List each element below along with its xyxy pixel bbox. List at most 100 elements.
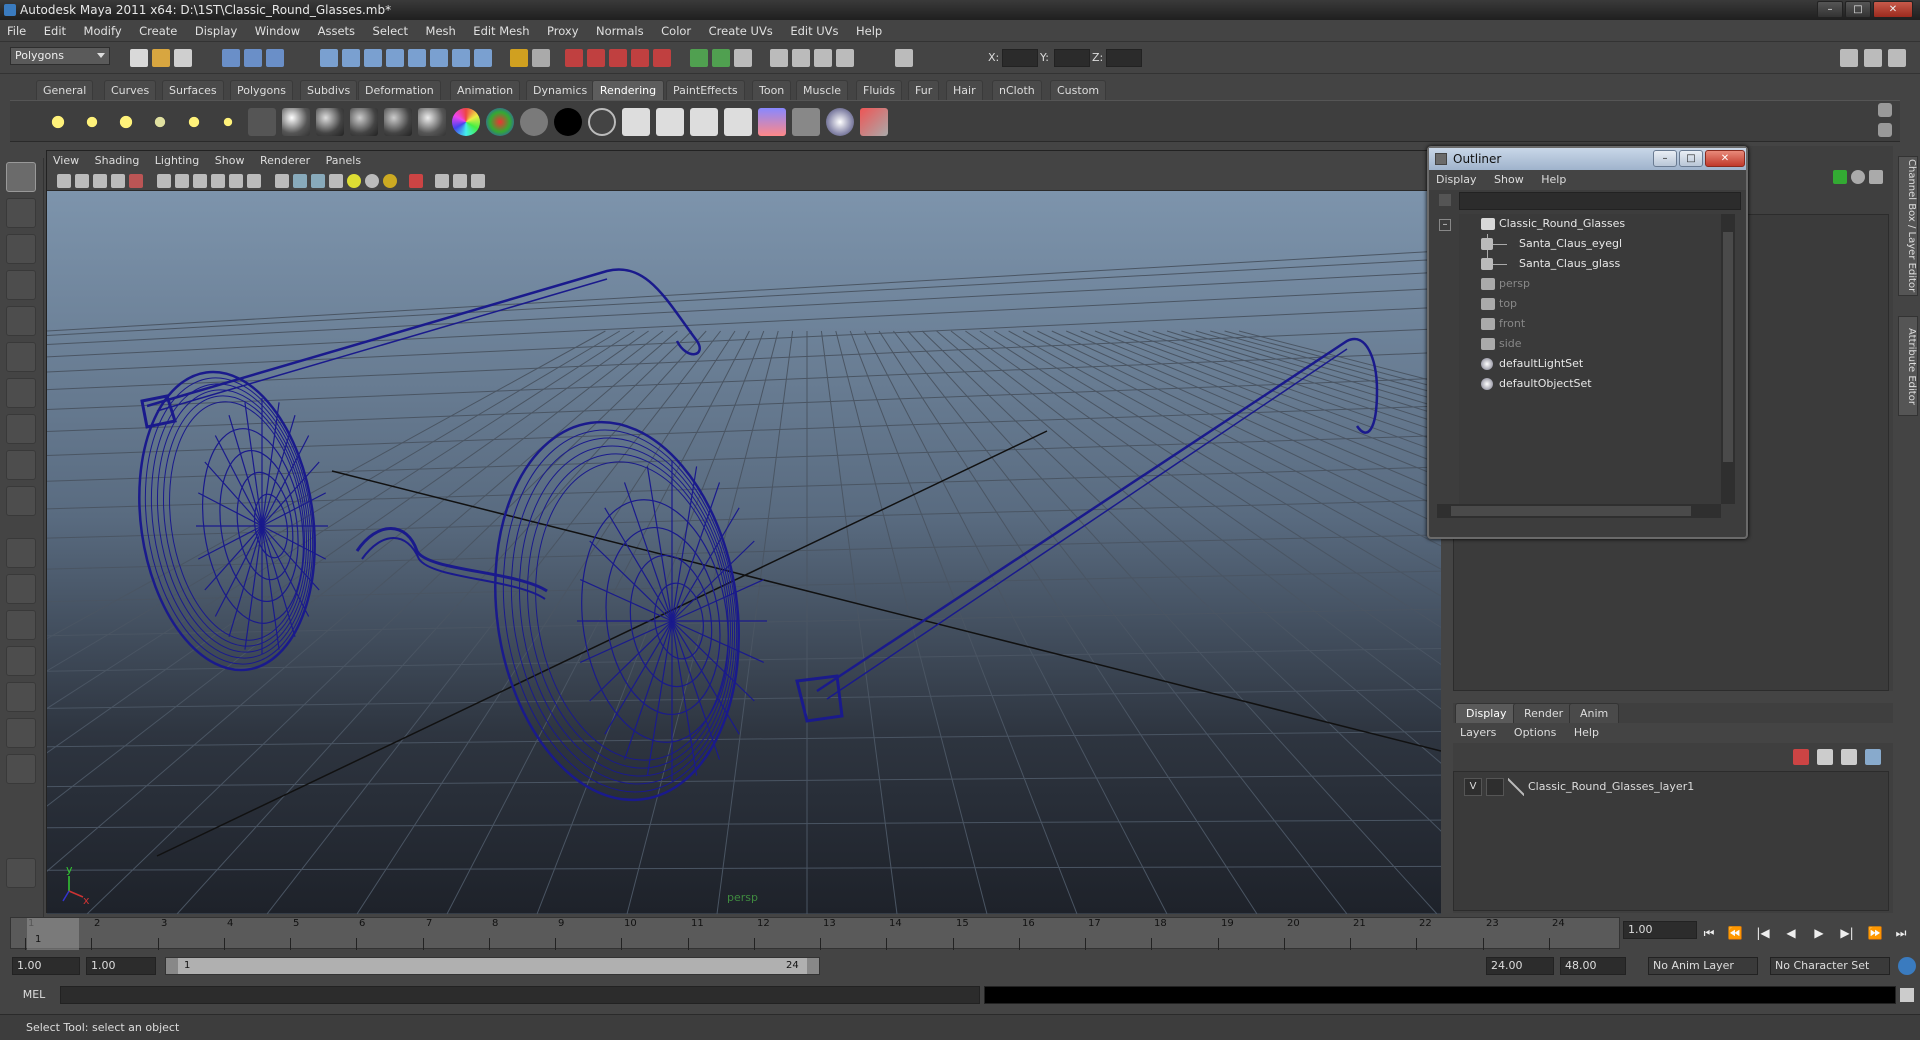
- image-plane-icon[interactable]: [111, 174, 125, 188]
- construction-history-icon[interactable]: [452, 49, 470, 67]
- menu-select[interactable]: Select: [366, 20, 415, 42]
- tab-anim-layers[interactable]: Anim: [1569, 703, 1620, 723]
- safe-title-icon[interactable]: [247, 174, 261, 188]
- auto-key-icon[interactable]: [1898, 957, 1916, 975]
- render-view-icon[interactable]: [565, 49, 583, 67]
- tab-hair[interactable]: Hair: [946, 80, 983, 100]
- volume-light-icon[interactable]: [214, 108, 242, 136]
- tab-subdivs[interactable]: Subdivs: [300, 80, 358, 100]
- point-light-icon[interactable]: [112, 108, 140, 136]
- xray-joints-icon[interactable]: [453, 174, 467, 188]
- snap-view-plane-icon[interactable]: [386, 49, 404, 67]
- layer-move-down-icon[interactable]: [1865, 749, 1881, 765]
- new-scene-icon[interactable]: [130, 49, 148, 67]
- outliner-item-persp[interactable]: persp: [1459, 274, 1719, 294]
- menu-assets[interactable]: Assets: [311, 20, 362, 42]
- viewport-canvas[interactable]: y x persp: [47, 191, 1441, 914]
- ambient-light-icon[interactable]: [44, 108, 72, 136]
- menu-help[interactable]: Help: [849, 20, 889, 42]
- menu-edit-uvs[interactable]: Edit UVs: [783, 20, 845, 42]
- z-field[interactable]: [1106, 49, 1142, 67]
- light-icon[interactable]: [792, 49, 810, 67]
- outliner-horizontal-scrollbar[interactable]: [1437, 504, 1721, 518]
- menu-normals[interactable]: Normals: [589, 20, 651, 42]
- layer-name[interactable]: Classic_Round_Glasses_layer1: [1528, 778, 1694, 796]
- phonge-shader-icon[interactable]: [384, 108, 412, 136]
- tab-channel-box-layer-editor[interactable]: Channel Box / Layer Editor: [1898, 156, 1918, 296]
- render-settings-icon[interactable]: [631, 49, 649, 67]
- question-icon[interactable]: [474, 49, 492, 67]
- command-input[interactable]: [60, 986, 980, 1004]
- quick-layout-icon[interactable]: [6, 858, 36, 888]
- new-layer-icon[interactable]: [1817, 749, 1833, 765]
- tab-fluids[interactable]: Fluids: [856, 80, 903, 100]
- tab-painteffects[interactable]: PaintEffects: [666, 80, 745, 100]
- go-to-start-button[interactable]: ⏮: [1698, 924, 1720, 942]
- menu-create-uvs[interactable]: Create UVs: [702, 20, 780, 42]
- shading-map-icon[interactable]: [588, 108, 616, 136]
- outliner-item-side[interactable]: side: [1459, 334, 1719, 354]
- manipulator-tool-icon[interactable]: [6, 378, 36, 408]
- batch-render-icon[interactable]: [690, 108, 718, 136]
- vp-menu-renderer[interactable]: Renderer: [254, 151, 316, 171]
- outliner-minimize-button[interactable]: –: [1653, 150, 1677, 167]
- camera-attributes-icon[interactable]: [75, 174, 89, 188]
- animation-end-field[interactable]: 48.00: [1560, 957, 1626, 975]
- bookmarks-icon[interactable]: [93, 174, 107, 188]
- history-icon[interactable]: [430, 49, 448, 67]
- outliner-filter-input[interactable]: [1459, 192, 1741, 210]
- hardware-render-icon[interactable]: [383, 174, 397, 188]
- sidebar-toggle-icon[interactable]: [1840, 49, 1858, 67]
- outliner-item-default-object-set[interactable]: defaultObjectSet: [1459, 374, 1719, 394]
- tab-rendering[interactable]: Rendering: [592, 80, 664, 100]
- play-forwards-button[interactable]: ▶: [1808, 924, 1830, 942]
- layer-move-up-icon[interactable]: [1841, 749, 1857, 765]
- resolution-gate-icon[interactable]: [175, 174, 189, 188]
- le-menu-options[interactable]: Options: [1507, 723, 1563, 743]
- playback-start-field[interactable]: 1.00: [86, 957, 156, 975]
- layer-color-icon[interactable]: [1508, 778, 1524, 796]
- select-component-icon[interactable]: [266, 49, 284, 67]
- wireframe-on-shaded-icon[interactable]: [311, 174, 325, 188]
- single-pane-layout-icon[interactable]: [6, 538, 36, 568]
- ipr-render-icon[interactable]: [609, 49, 627, 67]
- pin-icon[interactable]: [1869, 170, 1883, 184]
- script-editor-icon[interactable]: [1900, 988, 1914, 1002]
- anim-layer-dropdown[interactable]: No Anim Layer: [1648, 957, 1758, 975]
- x-field[interactable]: [1002, 49, 1038, 67]
- tab-dynamics[interactable]: Dynamics: [526, 80, 595, 100]
- layer-display-type-toggle[interactable]: [1486, 778, 1504, 796]
- render-settings-window-icon[interactable]: [792, 108, 820, 136]
- make-live-icon[interactable]: [408, 49, 426, 67]
- le-menu-layers[interactable]: Layers: [1453, 723, 1503, 743]
- snap-curve-icon[interactable]: [342, 49, 360, 67]
- persp-trax-layout-icon[interactable]: [6, 718, 36, 748]
- ipr-render-current-icon[interactable]: [656, 108, 684, 136]
- render-frame-icon[interactable]: [587, 49, 605, 67]
- select-camera-icon[interactable]: [57, 174, 71, 188]
- select-tool-icon[interactable]: [6, 162, 36, 192]
- attribute-icon[interactable]: [1851, 170, 1865, 184]
- outliner-title-bar[interactable]: Outliner – □ ✕: [1429, 148, 1746, 170]
- use-background-icon[interactable]: [554, 108, 582, 136]
- outliner-item-top[interactable]: top: [1459, 294, 1719, 314]
- outliner-close-button[interactable]: ✕: [1705, 150, 1745, 167]
- range-start-handle[interactable]: [166, 958, 178, 974]
- menu-create[interactable]: Create: [132, 20, 184, 42]
- maximize-button[interactable]: □: [1845, 1, 1871, 18]
- outliner-maximize-button[interactable]: □: [1679, 150, 1703, 167]
- show-manipulator-icon[interactable]: [6, 450, 36, 480]
- step-back-frame-button[interactable]: |◀: [1752, 924, 1774, 942]
- rotate-tool-icon[interactable]: [6, 306, 36, 336]
- menu-window[interactable]: Window: [248, 20, 307, 42]
- paint-brush-icon[interactable]: [860, 108, 888, 136]
- select-hierarchy-icon[interactable]: [222, 49, 240, 67]
- vp-menu-view[interactable]: View: [47, 151, 85, 171]
- safe-action-icon[interactable]: [229, 174, 243, 188]
- playback-end-field[interactable]: 24.00: [1486, 957, 1554, 975]
- paint-select-tool-icon[interactable]: [6, 234, 36, 264]
- perspective-viewport[interactable]: View Shading Lighting Show Renderer Pane…: [46, 150, 1441, 914]
- current-time-field[interactable]: 1.00: [1623, 921, 1697, 939]
- area-light-icon[interactable]: [180, 108, 208, 136]
- play-backwards-button[interactable]: ◀: [1780, 924, 1802, 942]
